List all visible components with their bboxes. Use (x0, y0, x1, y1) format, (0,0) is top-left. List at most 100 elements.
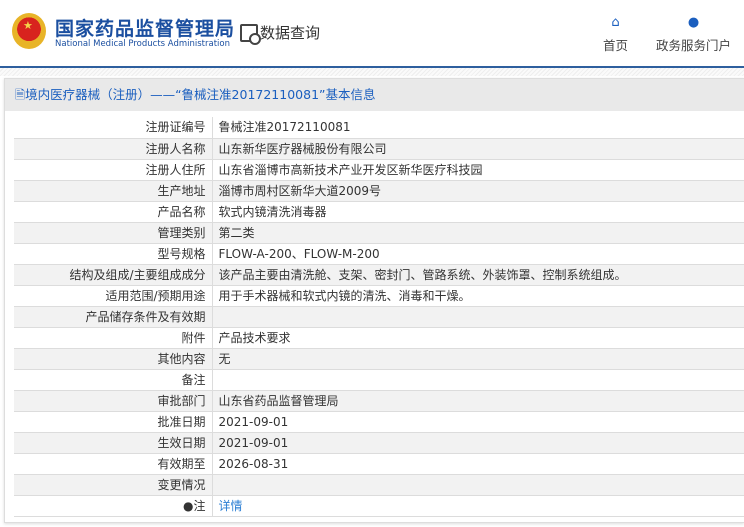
row-value: 详情 (212, 495, 744, 517)
document-search-icon (240, 23, 261, 45)
row-value-text: 2021-09-01 (218, 435, 289, 450)
row-value: 2026-08-31 (212, 453, 744, 475)
table-row: 附件 产品技术要求 (14, 327, 744, 349)
table-row: 注册证编号 鲁械注准20172110081 (14, 117, 744, 139)
row-value-text: 山东新华医疗器械股份有限公司 (218, 141, 387, 156)
row-value: 产品技术要求 (212, 327, 744, 349)
row-value (212, 369, 744, 391)
table-row: 产品储存条件及有效期 (14, 306, 744, 328)
row-label-text: 附件 (181, 330, 206, 345)
table-row: 管理类别 第二类 (14, 222, 744, 244)
row-label-text: 生产地址 (157, 183, 206, 198)
row-value-text: 产品技术要求 (218, 330, 291, 345)
row-label: 生产地址 (14, 180, 213, 202)
row-label-text: 注 (193, 498, 206, 513)
row-value-text: 山东省药品监督管理局 (218, 393, 339, 408)
row-label: 有效期至 (14, 453, 213, 475)
row-label-text: 产品储存条件及有效期 (85, 309, 206, 324)
user-icon: ● (687, 15, 700, 30)
row-label: ●注 (14, 495, 213, 517)
home-icon: ⌂ (611, 15, 620, 30)
table-row: 有效期至 2026-08-31 (14, 453, 744, 475)
row-value: FLOW-A-200、FLOW-M-200 (212, 243, 744, 265)
row-value-text: 淄博市周村区新华大道2009号 (218, 183, 382, 198)
row-label: 注册人名称 (14, 138, 213, 160)
lightbulb-icon: ● (183, 498, 194, 513)
national-emblem-logo (12, 13, 46, 49)
row-label: 变更情况 (14, 474, 213, 496)
nav-service-portal[interactable]: ● 政务服务门户 (656, 16, 731, 54)
table-row: 注册人名称 山东新华医疗器械股份有限公司 (14, 138, 744, 160)
row-label-text: 注册人名称 (145, 141, 206, 156)
table-row: 备注 (14, 369, 744, 391)
row-label-text: 产品名称 (157, 204, 206, 219)
row-value (212, 306, 744, 328)
row-value-text: 2021-09-01 (218, 414, 289, 429)
row-value-text: 鲁械注准20172110081 (218, 120, 351, 135)
row-value-text: 无 (218, 351, 231, 366)
table-row: ●注 详情 (14, 495, 744, 517)
panel-title: 🗎境内医疗器械（注册）——“鲁械注准20172110081”基本信息 (5, 79, 744, 111)
row-label: 产品储存条件及有效期 (14, 306, 213, 328)
table-row: 注册人住所 山东省淄博市高新技术产业开发区新华医疗科技园 (14, 159, 744, 181)
row-value: 山东省药品监督管理局 (212, 390, 744, 412)
row-value-text: 软式内镜清洗消毒器 (218, 204, 327, 219)
row-label-text: 其他内容 (157, 351, 206, 366)
document-icon: 🗎 (15, 87, 26, 102)
row-label-text: 生效日期 (157, 435, 206, 450)
row-label-text: 审批部门 (157, 393, 206, 408)
row-value-text: FLOW-A-200、FLOW-M-200 (218, 246, 380, 261)
details-link[interactable]: 详情 (219, 499, 243, 513)
table-row: 变更情况 (14, 474, 744, 496)
row-value-text: 第二类 (218, 225, 255, 240)
row-label: 管理类别 (14, 222, 213, 244)
row-label: 生效日期 (14, 432, 213, 454)
row-value-text: 该产品主要由清洗舱、支架、密封门、管路系统、外装饰罩、控制系统组成。 (218, 267, 627, 282)
row-value: 2021-09-01 (212, 411, 744, 433)
table-row: 其他内容无 (14, 348, 744, 370)
panel-title-text: 境内医疗器械（注册）——“鲁械注准20172110081”基本信息 (25, 87, 376, 102)
row-label: 适用范围/预期用途 (14, 285, 213, 307)
detail-table: 注册证编号 鲁械注准20172110081 注册人名称 山东新华医疗器械股份有限公司注… (14, 117, 744, 517)
brand-name-cn: 国家药品监督管理局 (55, 18, 236, 40)
row-label: 型号规格 (14, 243, 213, 265)
row-label-text: 结构及组成/主要组成成分 (69, 267, 206, 282)
row-label-text: 注册证编号 (145, 120, 206, 135)
row-label-text: 型号规格 (157, 246, 206, 261)
row-label: 审批部门 (14, 390, 213, 412)
table-row: 审批部门 山东省药品监督管理局 (14, 390, 744, 412)
nav-portal-label: 政务服务门户 (656, 38, 732, 53)
row-label-text: 批准日期 (157, 414, 206, 429)
table-row: 型号规格 FLOW-A-200、FLOW-M-200 (14, 243, 744, 265)
row-value: 淄博市周村区新华大道2009号 (212, 180, 744, 202)
row-value: 2021-09-01 (212, 432, 744, 454)
row-label: 附件 (14, 327, 213, 349)
row-label-text: 注册人住所 (145, 162, 206, 177)
row-value: 山东省淄博市高新技术产业开发区新华医疗科技园 (212, 159, 744, 181)
table-row: 产品名称 软式内镜清洗消毒器 (14, 201, 744, 223)
row-label-text: 管理类别 (157, 225, 206, 240)
row-value (212, 474, 744, 496)
table-row: 生效日期 2021-09-01 (14, 432, 744, 454)
row-value: 鲁械注准20172110081 (212, 117, 744, 139)
row-label: 产品名称 (14, 201, 213, 223)
nav-home-label: 首页 (603, 38, 629, 53)
row-value: 该产品主要由清洗舱、支架、密封门、管路系统、外装饰罩、控制系统组成。 (212, 264, 744, 286)
table-row: 生产地址 淄博市周村区新华大道2009号 (14, 180, 744, 202)
row-label: 批准日期 (14, 411, 213, 433)
row-label: 备注 (14, 369, 213, 391)
row-value: 无 (212, 348, 744, 370)
nav-home[interactable]: ⌂ 首页 (603, 16, 628, 54)
brand-name-en: National Medical Products Administration (55, 39, 230, 49)
row-value-text: 2026-08-31 (218, 456, 289, 471)
row-label: 其他内容 (14, 348, 213, 370)
detail-panel: 🗎境内医疗器械（注册）——“鲁械注准20172110081”基本信息 注册证编号… (4, 78, 744, 523)
row-value-text: 用于手术器械和软式内镜的清洗、消毒和干燥。 (218, 288, 471, 303)
row-value: 软式内镜清洗消毒器 (212, 201, 744, 223)
row-label: 注册人住所 (14, 159, 213, 181)
row-value: 山东新华医疗器械股份有限公司 (212, 138, 744, 160)
row-label-text: 适用范围/预期用途 (105, 288, 206, 303)
data-query-link[interactable]: 数据查询 (240, 22, 320, 45)
table-row: 适用范围/预期用途 用于手术器械和软式内镜的清洗、消毒和干燥。 (14, 285, 744, 307)
row-label: 注册证编号 (14, 117, 213, 139)
